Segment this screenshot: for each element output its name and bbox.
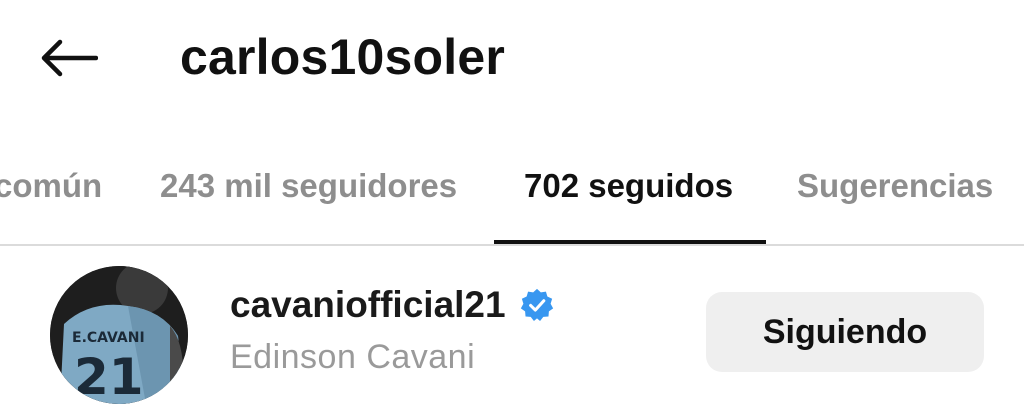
tab-followers[interactable]: 243 mil seguidores	[160, 164, 457, 208]
back-button[interactable]	[30, 22, 106, 94]
tab-mutual[interactable]: común	[0, 164, 102, 208]
avatar-image: E.CAVANI 21	[50, 266, 188, 404]
tab-following[interactable]: 702 seguidos	[524, 164, 733, 208]
arrow-left-icon	[41, 39, 98, 77]
list-item[interactable]: E.CAVANI 21 cavaniofficial21 Edinson Cav…	[0, 262, 1024, 408]
page-title: carlos10soler	[180, 29, 506, 85]
verified-badge-icon	[520, 288, 554, 322]
svg-text:21: 21	[74, 348, 144, 404]
username-row: cavaniofficial21	[230, 282, 554, 328]
following-screen: carlos10soler común 243 mil seguidores 7…	[0, 0, 1024, 408]
avatar[interactable]: E.CAVANI 21	[50, 266, 188, 404]
tab-bar: común 243 mil seguidores 702 seguidos Su…	[0, 150, 1024, 246]
svg-text:E.CAVANI: E.CAVANI	[72, 330, 145, 346]
full-name: Edinson Cavani	[230, 338, 476, 376]
following-button[interactable]: Siguiendo	[706, 292, 984, 372]
username[interactable]: cavaniofficial21	[230, 282, 506, 328]
active-tab-indicator	[494, 240, 766, 244]
tab-suggestions[interactable]: Sugerencias	[797, 164, 993, 208]
